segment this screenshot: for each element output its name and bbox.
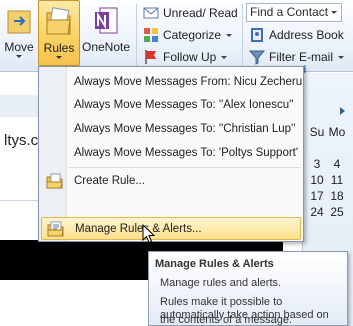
filter-icon	[249, 50, 265, 65]
chevron-down-icon	[16, 55, 22, 58]
address-book-button[interactable]: Address Book	[249, 25, 344, 45]
calendar-day[interactable]: 11	[328, 173, 346, 187]
calendar-day[interactable]: 4	[328, 157, 346, 171]
categorize-icon	[144, 28, 158, 42]
calendar-day[interactable]: 18	[328, 189, 346, 203]
menu-separator	[69, 167, 301, 168]
rules-icon	[44, 4, 74, 41]
filter-email-label: Filter E-mail	[269, 50, 334, 64]
move-folder-icon	[4, 3, 34, 40]
calendar-day[interactable]: 25	[328, 205, 346, 219]
onenote-icon	[91, 3, 121, 40]
rules-button[interactable]: Rules	[38, 0, 80, 66]
calendar-day[interactable]: 17	[308, 189, 326, 203]
menu-item-label: Manage Rules & Alerts...	[75, 222, 202, 235]
calendar-next-arrow-icon[interactable]	[340, 107, 345, 115]
calendar-day[interactable]: 24	[308, 205, 326, 219]
menu-item-always-move-to-christian[interactable]: Always Move Messages To: ''Christian Lup…	[41, 118, 301, 140]
tooltip-title: Manage Rules & Alerts	[155, 258, 274, 270]
address-book-label: Address Book	[269, 28, 344, 42]
chevron-down-icon	[226, 33, 233, 37]
menu-item-manage-rules-alerts[interactable]: Manage Rules & Alerts...	[41, 217, 301, 240]
chevron-down-icon[interactable]	[331, 11, 337, 14]
rules-label: Rules	[43, 41, 75, 55]
rules-dropdown-menu: Always Move Messages From: Nicu Zecheru …	[38, 66, 304, 242]
menu-item-create-rule[interactable]: Create Rule...	[41, 170, 301, 192]
tooltip-text: the contents of a message.	[160, 314, 293, 326]
follow-up-label: Follow Up	[163, 50, 217, 64]
envelope-icon	[143, 7, 159, 19]
ribbon-separator	[242, 4, 243, 66]
follow-up-button[interactable]: Follow Up	[143, 47, 228, 67]
chevron-down-icon	[338, 55, 345, 59]
chevron-down-icon	[56, 56, 62, 59]
filter-email-button[interactable]: Filter E-mail	[249, 47, 345, 67]
menu-item-label: Create Rule...	[74, 175, 145, 187]
menu-item-always-move-to-alex[interactable]: Always Move Messages To: ''Alex Ionescu'…	[41, 94, 301, 116]
ribbon: Move Rules OneNote Unread/ Read Categori…	[0, 0, 353, 76]
manage-rules-icon	[47, 220, 65, 241]
unread-read-button[interactable]: Unread/ Read	[143, 3, 238, 23]
menu-item-always-move-from[interactable]: Always Move Messages From: Nicu Zecheru	[41, 71, 303, 93]
onenote-button[interactable]: OneNote	[80, 0, 132, 66]
ribbon-separator	[136, 4, 137, 66]
mouse-pointer-icon	[142, 223, 156, 247]
create-rule-icon	[46, 172, 64, 193]
move-button[interactable]: Move	[0, 0, 38, 66]
unread-read-label: Unread/ Read	[163, 6, 238, 20]
tooltip-text: Manage rules and alerts.	[160, 277, 282, 289]
find-contact-placeholder: Find a Contact	[250, 5, 329, 19]
menu-item-label: Always Move Messages To: ''Alex Ionescu'…	[74, 99, 294, 111]
find-contact-input[interactable]: Find a Contact	[246, 3, 342, 22]
menu-item-label: Always Move Messages To: 'Poltys Support…	[74, 147, 299, 159]
menu-item-label: Always Move Messages To: ''Christian Lup…	[74, 123, 296, 135]
calendar-header-day: Su	[309, 125, 325, 139]
flag-icon	[145, 50, 156, 64]
calendar-header-day: Mo	[328, 125, 346, 139]
categorize-button[interactable]: Categorize	[143, 25, 233, 45]
categorize-label: Categorize	[163, 28, 222, 42]
menu-item-always-move-to-poltys[interactable]: Always Move Messages To: 'Poltys Support…	[41, 142, 301, 164]
onenote-label: OneNote	[81, 40, 131, 54]
address-book-icon	[251, 28, 263, 42]
calendar-day[interactable]: 10	[308, 173, 326, 187]
chevron-down-icon	[221, 55, 228, 59]
menu-item-label: Always Move Messages From: Nicu Zecheru	[74, 76, 303, 88]
calendar-day[interactable]: 3	[308, 157, 326, 171]
move-label: Move	[4, 40, 34, 54]
tooltip-text: Rules make it possible to	[160, 296, 283, 308]
list-row-highlight	[0, 95, 40, 117]
